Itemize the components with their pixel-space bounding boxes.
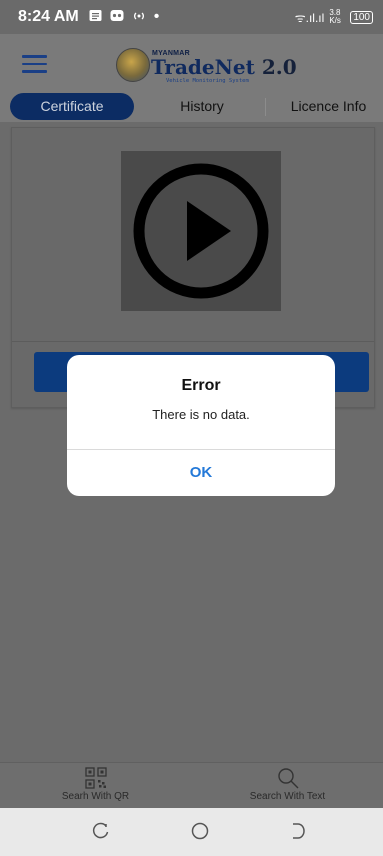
home-icon[interactable] — [191, 822, 209, 840]
search-text-label: Search With Text — [249, 791, 326, 802]
dialog-message: There is no data. — [152, 407, 250, 422]
hotspot-icon — [132, 10, 146, 25]
bottom-nav: Searh With QR Search With Text — [0, 762, 383, 809]
qr-code-icon — [84, 767, 107, 789]
logo-emblem-icon — [116, 48, 150, 82]
search-text-button[interactable]: Search With Text — [192, 763, 383, 809]
menu-icon[interactable] — [22, 55, 47, 73]
search-qr-button[interactable]: Searh With QR — [0, 763, 191, 809]
status-bar: 8:24 AM • ᯤ.ıl.ıl 3.8 K/s 100 — [0, 0, 383, 34]
play-icon[interactable] — [121, 151, 281, 311]
system-nav-bar — [0, 808, 383, 856]
tab-history[interactable]: History — [150, 93, 254, 120]
tab-divider — [265, 98, 266, 116]
signal-icon: ᯤ.ıl.ıl — [294, 10, 325, 25]
tab-bar: Certificate History Licence Info — [0, 90, 383, 122]
status-dot: • — [153, 8, 160, 25]
app-bar: MYANMAR TradeNet 2.0 Vehicle Monitoring … — [0, 34, 383, 90]
brand-subtitle: Vehicle Monitoring System — [166, 78, 249, 84]
status-time: 8:24 AM — [18, 8, 79, 25]
card-divider — [12, 341, 374, 342]
battery-icon: 100 — [350, 10, 373, 24]
recent-apps-icon[interactable] — [92, 822, 110, 840]
news-icon — [89, 9, 102, 25]
game-controller-icon — [110, 9, 124, 25]
back-icon[interactable] — [288, 822, 306, 840]
network-speed: 3.8 K/s — [329, 8, 341, 25]
error-dialog: Error There is no data. OK — [67, 355, 335, 496]
tab-licence-info[interactable]: Licence Info — [274, 93, 383, 120]
search-qr-label: Searh With QR — [61, 791, 130, 802]
video-thumbnail[interactable] — [121, 151, 281, 311]
search-icon — [277, 768, 298, 789]
tab-certificate[interactable]: Certificate — [10, 93, 134, 120]
ok-button[interactable]: OK — [67, 450, 335, 496]
brand-title: TradeNet — [151, 55, 255, 79]
brand-version: 2.0 — [261, 55, 297, 79]
dialog-title: Error — [181, 377, 221, 394]
brand-name: TradeNet 2.0 — [151, 55, 297, 79]
